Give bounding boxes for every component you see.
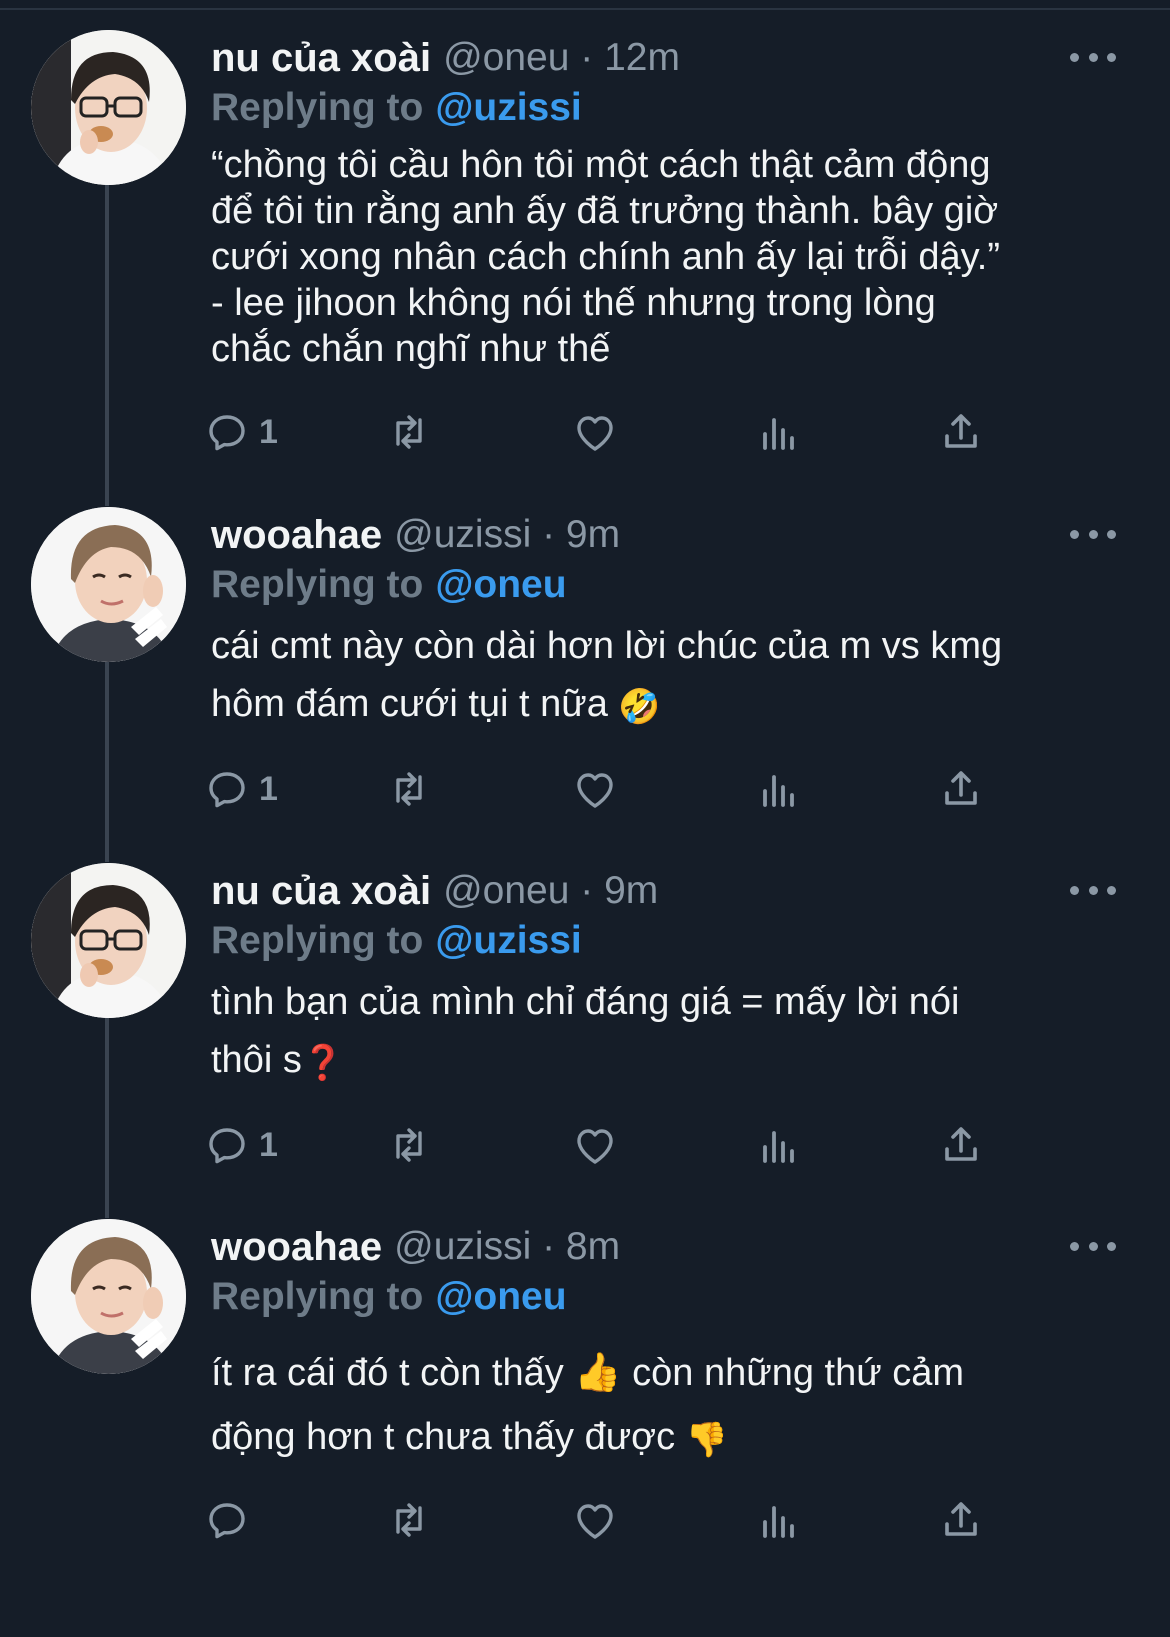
replying-to-label: Replying to	[211, 1275, 424, 1318]
handle-time[interactable]: @uzissi · 9m	[394, 513, 620, 557]
retweet-icon	[396, 1503, 422, 1537]
analytics-button[interactable]	[755, 1495, 803, 1545]
display-name[interactable]: nu của xoài	[211, 36, 431, 81]
retweet-button[interactable]	[385, 764, 433, 814]
like-button[interactable]	[571, 1120, 619, 1170]
like-icon	[577, 1504, 613, 1539]
replying-to-label: Replying to	[211, 919, 424, 962]
more-icon[interactable]	[1070, 1239, 1116, 1253]
rofl-emoji: 🤣	[618, 688, 661, 726]
tweet-text: “chồng tôi cầu hôn tôi một cách thật cảm…	[211, 142, 1136, 372]
like-icon	[577, 773, 613, 808]
reply-mention-link[interactable]: @uzissi	[435, 86, 581, 130]
tweet-text-content: ít ra cái đó t còn thấy 👍 còn những thứ …	[211, 1352, 965, 1458]
thread-line	[105, 1012, 109, 1218]
display-name[interactable]: wooahae	[211, 1225, 382, 1270]
retweet-icon	[396, 1128, 422, 1162]
display-name[interactable]: wooahae	[211, 513, 382, 558]
tweet-text: tình bạn của mình chỉ đáng giá = mấy lời…	[211, 973, 1136, 1092]
reply-mention-link[interactable]: @oneu	[435, 1275, 566, 1319]
share-button[interactable]	[937, 1120, 985, 1170]
avatar-uzissi[interactable]	[31, 1219, 186, 1374]
analytics-icon	[763, 1506, 794, 1538]
avatar-photo	[31, 863, 186, 1018]
top-divider	[0, 8, 1170, 10]
analytics-icon	[763, 775, 794, 807]
avatar-oneu[interactable]	[31, 863, 186, 1018]
reply-button[interactable]: 1	[203, 1120, 278, 1170]
handle-time[interactable]: @oneu · 12m	[443, 36, 680, 80]
avatar-uzissi[interactable]	[31, 507, 186, 662]
thread-line	[105, 176, 109, 506]
reply-count: 1	[259, 412, 278, 451]
share-icon	[945, 771, 977, 805]
analytics-icon	[763, 1131, 794, 1163]
retweet-button[interactable]	[385, 1495, 433, 1545]
retweet-icon	[396, 415, 422, 449]
like-button[interactable]	[571, 1495, 619, 1545]
more-icon[interactable]	[1070, 883, 1116, 897]
tweet-text: cái cmt này còn dài hơn lời chúc của m v…	[211, 617, 1136, 736]
handle-time[interactable]: @uzissi · 8m	[394, 1225, 620, 1269]
like-icon	[577, 416, 613, 451]
reply-icon	[209, 1503, 245, 1539]
share-button[interactable]	[937, 1495, 985, 1545]
reply-icon	[209, 1128, 245, 1164]
tweet-text-content: cái cmt này còn dài hơn lời chúc của m v…	[211, 625, 1003, 725]
analytics-button[interactable]	[755, 1120, 803, 1170]
display-name[interactable]: nu của xoài	[211, 869, 431, 914]
reply-button[interactable]	[203, 1495, 259, 1545]
reply-count: 1	[259, 1125, 278, 1164]
replying-to-label: Replying to	[211, 86, 424, 129]
analytics-icon	[763, 418, 794, 450]
thumbs-down-emoji: 👎	[685, 1421, 728, 1459]
avatar-photo	[31, 1219, 186, 1374]
retweet-icon	[396, 772, 422, 806]
reply-button[interactable]: 1	[203, 764, 278, 814]
share-button[interactable]	[937, 764, 985, 814]
avatar-photo	[31, 507, 186, 662]
replying-to-label: Replying to	[211, 563, 424, 606]
share-button[interactable]	[937, 407, 985, 457]
avatar-photo	[31, 30, 186, 185]
like-button[interactable]	[571, 764, 619, 814]
reply-mention-link[interactable]: @oneu	[435, 563, 566, 607]
retweet-button[interactable]	[385, 1120, 433, 1170]
share-icon	[945, 1127, 977, 1161]
tweet-text-content: “chồng tôi cầu hôn tôi một cách thật cảm…	[211, 144, 1000, 370]
handle-time[interactable]: @oneu · 9m	[443, 869, 658, 913]
more-icon[interactable]	[1070, 527, 1116, 541]
reply-mention-link[interactable]: @uzissi	[435, 919, 581, 963]
reply-icon	[209, 415, 245, 451]
question-emoji: ❓	[301, 1044, 345, 1082]
share-icon	[945, 414, 977, 448]
avatar-oneu[interactable]	[31, 30, 186, 185]
tweet-text: ít ra cái đó t còn thấy 👍 còn những thứ …	[211, 1341, 1136, 1472]
analytics-button[interactable]	[755, 407, 803, 457]
reply-count: 1	[259, 769, 278, 808]
share-icon	[945, 1502, 977, 1536]
like-button[interactable]	[571, 407, 619, 457]
retweet-button[interactable]	[385, 407, 433, 457]
reply-icon	[209, 772, 245, 808]
more-icon[interactable]	[1070, 50, 1116, 64]
reply-button[interactable]: 1	[203, 407, 278, 457]
analytics-button[interactable]	[755, 764, 803, 814]
like-icon	[577, 1129, 613, 1164]
thread-line	[105, 656, 109, 862]
